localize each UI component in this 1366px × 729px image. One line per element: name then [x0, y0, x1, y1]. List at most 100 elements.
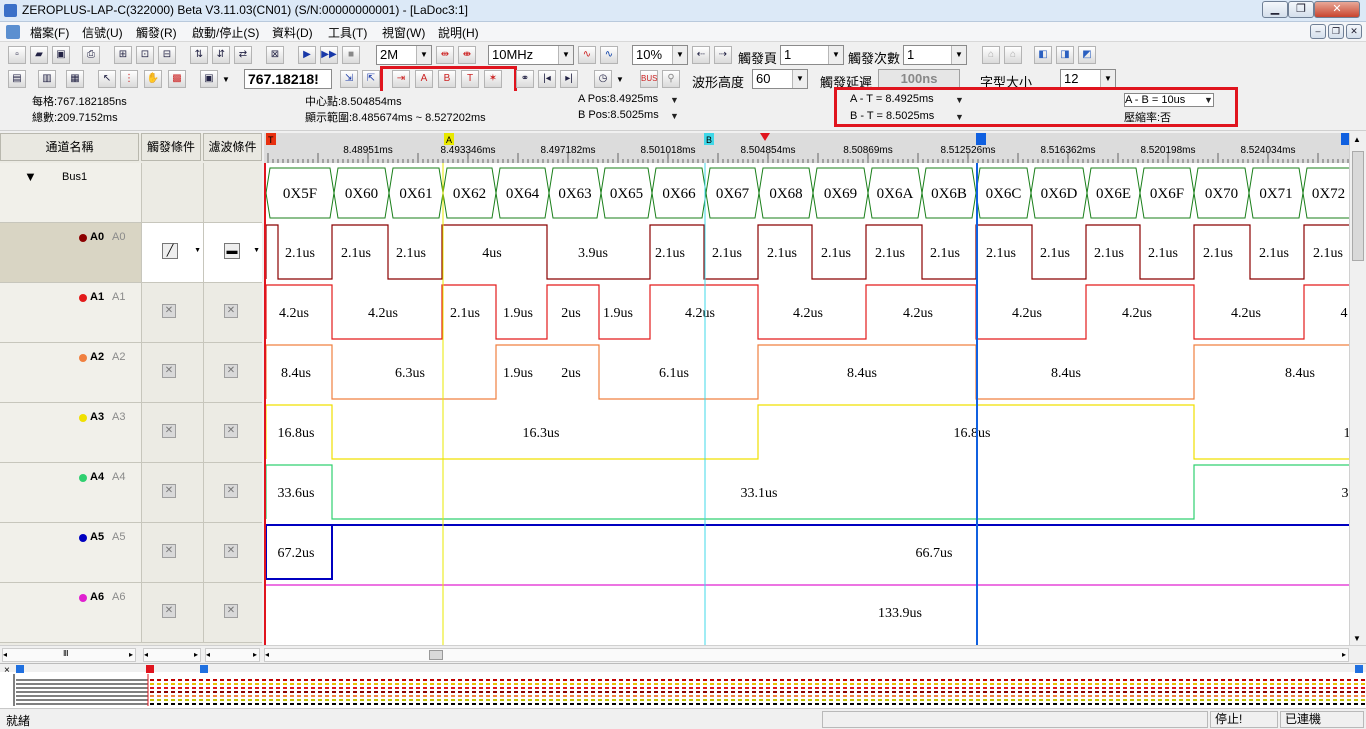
goto-start-icon[interactable]: |◂ [538, 70, 556, 88]
channel-row-a3[interactable]: A3 A3 ✕ ✕ [0, 403, 262, 463]
menu-tools[interactable]: 工具(T) [328, 24, 367, 41]
condition-dropdown-icon[interactable]: ▼ [253, 247, 260, 254]
filter-condition-cell[interactable]: ✕ [203, 343, 262, 402]
b-pos-dropdown[interactable]: ▼ [670, 111, 679, 121]
trigger-condition-cell[interactable]: ╱ ▼ [141, 223, 203, 282]
wave-hscroll[interactable]: ◂ ▸ [264, 648, 1349, 662]
trigger-condition-cell[interactable]: ✕ [141, 583, 203, 642]
bus-icon[interactable]: BUS [640, 70, 658, 88]
signal2-icon[interactable]: ⇵ [212, 46, 230, 64]
filter-condition-cell[interactable]: ✕ [203, 463, 262, 522]
zoom-out-icon[interactable]: ⇱ [362, 70, 380, 88]
trigpos-left-icon[interactable]: ⇠ [692, 46, 710, 64]
link-icon[interactable]: ⚲ [662, 70, 680, 88]
menu-signal[interactable]: 信號(U) [82, 24, 123, 41]
open-folder-icon[interactable]: ▰ [30, 46, 48, 64]
trigpos-right-icon[interactable]: ⇢ [714, 46, 732, 64]
filter-condition-cell[interactable]: ▬ ▼ [203, 223, 262, 282]
menu-run-stop[interactable]: 啟動/停止(S) [192, 24, 259, 41]
mdi-restore-button[interactable]: ❐ [1328, 24, 1344, 39]
new-file-icon[interactable]: ▫ [8, 46, 26, 64]
collapse-triangle-icon[interactable]: ▼ [24, 169, 37, 184]
signal3-icon[interactable]: ⇄ [234, 46, 252, 64]
close-button[interactable]: ✕ [1314, 1, 1360, 18]
run-icon[interactable]: ▶ [298, 46, 316, 64]
filter-condition-cell[interactable]: ✕ [203, 523, 262, 582]
clock-icon[interactable]: ◷ [594, 70, 612, 88]
channel-name-header[interactable]: 通道名稱 [0, 133, 139, 161]
zoom-box-icon[interactable]: ▩ [168, 70, 186, 88]
trigger-condition-cell[interactable]: ✕ [141, 403, 203, 462]
scroll-thumb[interactable] [1352, 151, 1364, 261]
mem-shrink-icon[interactable]: ⇹ [436, 46, 454, 64]
print-icon[interactable]: ⎙ [82, 46, 100, 64]
display-mode-icon[interactable]: ▣ [200, 70, 218, 88]
trigger-position-select[interactable]: 10% ▼ [632, 45, 688, 65]
save-icon[interactable]: ▣ [52, 46, 70, 64]
signal-icon[interactable]: ⇅ [190, 46, 208, 64]
trigger-setup2-icon[interactable]: ⊡ [136, 46, 154, 64]
disabled-icon[interactable]: ⌂ [982, 46, 1000, 64]
horizontal-scrollbars[interactable]: ◂ ▸ Ⅲ ◂ ▸ ◂ ▸ ◂ ▸ [0, 645, 1366, 663]
font-size-select[interactable]: 12 ▼ [1060, 69, 1116, 89]
stop-icon[interactable]: ■ [342, 46, 360, 64]
hand-icon[interactable]: ✋ [144, 70, 162, 88]
cursor-select-icon[interactable]: ⋮ [120, 70, 138, 88]
wave-height-select[interactable]: 60 ▼ [752, 69, 808, 89]
menu-help[interactable]: 說明(H) [438, 24, 479, 41]
pointer-icon[interactable]: ↖ [98, 70, 116, 88]
memory-depth-select[interactable]: 2M ▼ [376, 45, 432, 65]
filter-condition-cell[interactable]: ✕ [203, 403, 262, 462]
waveform-area[interactable]: 8.48951ms 8.493346ms 8.497182ms 8.501018ms 8… [264, 133, 1349, 645]
trigger-condition-cell[interactable]: ✕ [141, 463, 203, 522]
trigger-condition-cell[interactable] [141, 163, 203, 222]
mdi-close-button[interactable]: ✕ [1346, 24, 1362, 39]
sample-rate-select[interactable]: 10MHz ▼ [488, 45, 574, 65]
window-tile-icon[interactable]: ◧ [1034, 46, 1052, 64]
rate-down-icon[interactable]: ∿ [578, 46, 596, 64]
trigger-condition-cell[interactable]: ✕ [141, 343, 203, 402]
run-continuous-icon[interactable]: ▶▶ [320, 46, 338, 64]
a-pos-dropdown[interactable]: ▼ [670, 95, 679, 105]
doc-icon[interactable] [6, 25, 20, 39]
window-cascade-icon[interactable]: ◨ [1056, 46, 1074, 64]
display-mode-dropdown[interactable]: ▼ [222, 75, 230, 84]
vertical-scrollbar[interactable]: ▲ ▼ [1349, 133, 1366, 645]
view3-icon[interactable]: ▦ [66, 70, 84, 88]
trigger-count-select[interactable]: 1 ▼ [903, 45, 967, 65]
rate-up-icon[interactable]: ∿ [600, 46, 618, 64]
window-arrange-icon[interactable]: ◩ [1078, 46, 1096, 64]
menu-window[interactable]: 視窗(W) [382, 24, 425, 41]
view-icon[interactable]: ▤ [8, 70, 26, 88]
channel-row-a5[interactable]: A5 A5 ✕ ✕ [0, 523, 262, 583]
view2-icon[interactable]: ▥ [38, 70, 56, 88]
mdi-minimize-button[interactable]: – [1310, 24, 1326, 39]
filter-condition-cell[interactable]: ✕ [203, 283, 262, 342]
trigger-setup3-icon[interactable]: ⊟ [158, 46, 176, 64]
mem-grow-icon[interactable]: ⇼ [458, 46, 476, 64]
trigger-delay-field[interactable]: 100ns [878, 69, 960, 89]
trigger-condition-cell[interactable]: ✕ [141, 283, 203, 342]
channel-row-a2[interactable]: A2 A2 ✕ ✕ [0, 343, 262, 403]
minimize-button[interactable]: ▁ [1262, 1, 1288, 18]
waveform-svg[interactable]: 8.48951ms 8.493346ms 8.497182ms 8.501018ms 8… [264, 133, 1349, 645]
trigger-condition-cell[interactable]: ✕ [141, 523, 203, 582]
trigger-hscroll[interactable]: ◂ ▸ [143, 648, 201, 662]
disabled2-icon[interactable]: ⌂ [1004, 46, 1022, 64]
menu-data[interactable]: 資料(D) [272, 24, 313, 41]
scroll-down-arrow[interactable]: ▼ [1353, 634, 1361, 643]
channel-row-a1[interactable]: A1 A1 ✕ ✕ [0, 283, 262, 343]
zoom-value-field[interactable]: 767.18218! [244, 69, 332, 89]
channel-row-bus1[interactable]: ▼ Bus1 [0, 163, 262, 223]
binoculars-icon[interactable]: ⚭ [516, 70, 534, 88]
clock-dropdown[interactable]: ▼ [616, 75, 624, 84]
overview-panel[interactable]: × [0, 663, 1366, 708]
trigger-page-select[interactable]: 1 ▼ [780, 45, 844, 65]
channel-row-a4[interactable]: A4 A4 ✕ ✕ [0, 463, 262, 523]
filter-condition-cell[interactable] [203, 163, 262, 222]
zoom-in-icon[interactable]: ⇲ [340, 70, 358, 88]
trigger-setup-icon[interactable]: ⊞ [114, 46, 132, 64]
goto-end-icon[interactable]: ▸| [560, 70, 578, 88]
filter-condition-cell[interactable]: ✕ [203, 583, 262, 642]
maximize-button[interactable]: ❐ [1288, 1, 1314, 18]
